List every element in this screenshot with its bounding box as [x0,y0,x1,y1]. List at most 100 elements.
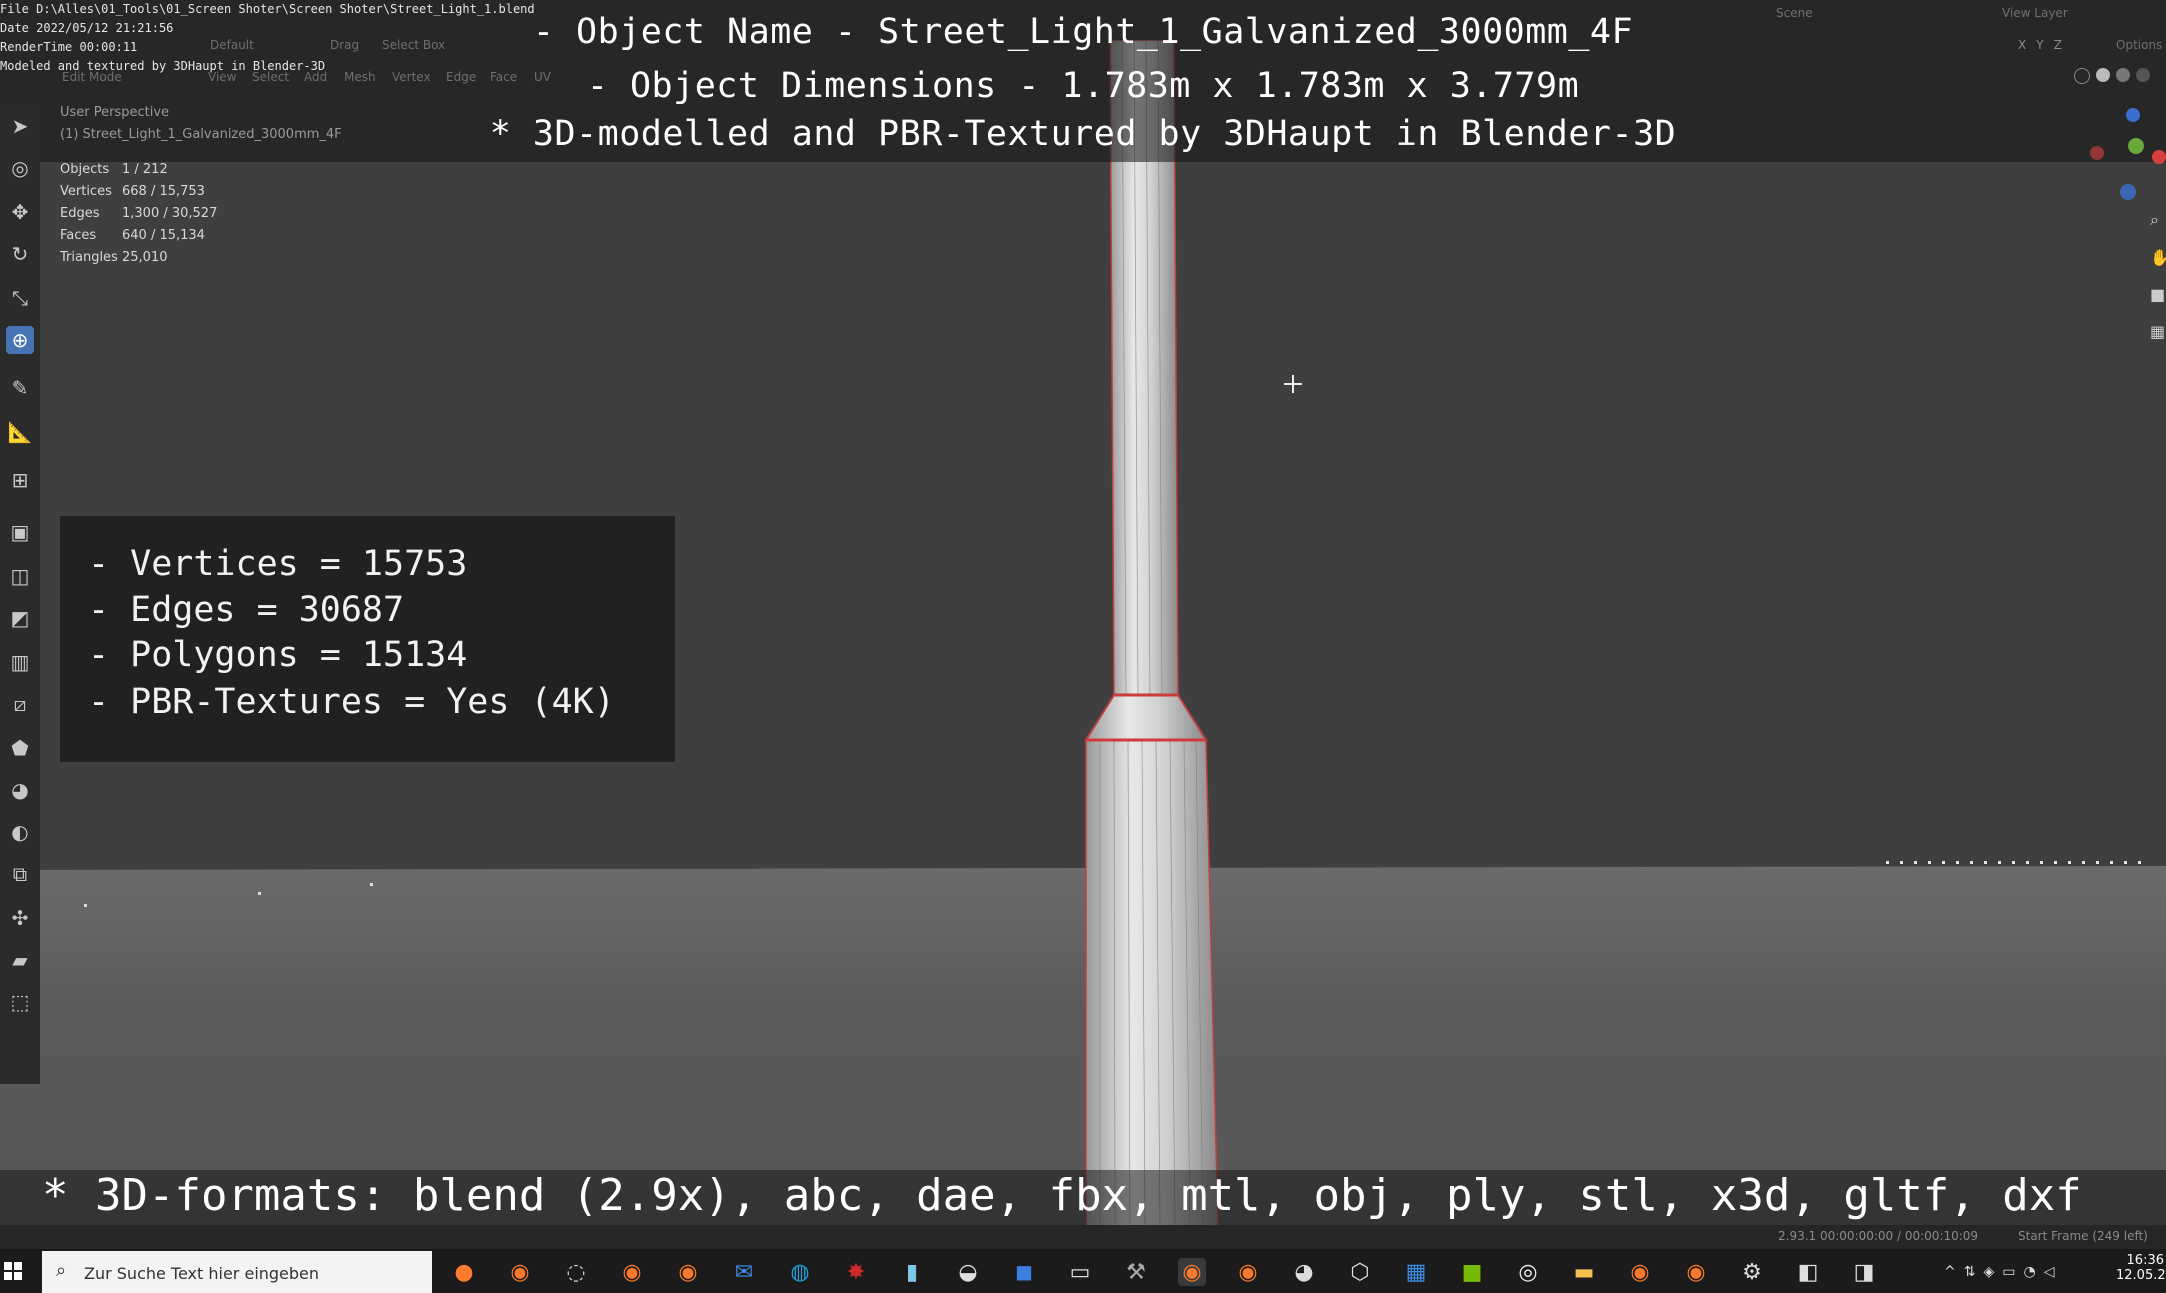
vertex-dot [84,904,87,907]
perspective-label: User Perspective [60,105,170,120]
stat-label: Objects [60,162,110,177]
object-name-title: - Object Name - Street_Light_1_Galvanize… [532,12,1634,52]
transform-tool-icon[interactable]: ⊕ [6,326,34,354]
active-object-label: (1) Street_Light_1_Galvanized_3000mm_4F [60,127,342,142]
spin-tool-icon[interactable]: ◕ [6,776,34,804]
windows-start-icon[interactable] [4,1262,22,1280]
nvidia-icon[interactable]: ■ [1458,1258,1486,1286]
blender-icon[interactable]: ◉ [1626,1258,1654,1286]
disc-icon[interactable]: ◎ [1514,1258,1542,1286]
info-polygons: - Polygons = 15134 [88,635,468,675]
edge-slide-tool-icon[interactable]: ⧉ [6,860,34,888]
rotate-tool-icon[interactable]: ↻ [6,240,34,268]
stat-value: 1 / 212 [122,162,168,177]
gizmo-x-neg-icon[interactable] [2090,146,2104,160]
gizmo-z-neg-icon[interactable] [2120,184,2136,200]
poly-build-tool-icon[interactable]: ⬟ [6,734,34,762]
battery-icon[interactable]: ▭ [2002,1264,2015,1280]
street-light-pole[interactable] [1040,40,1240,1225]
stat-value: 25,010 [122,250,168,265]
move-tool-icon[interactable]: ✥ [6,198,34,226]
3d-cursor-icon[interactable] [1284,375,1302,393]
cursor-tool-icon[interactable]: ◎ [6,154,34,182]
object-dimensions-title: - Object Dimensions - 1.783m x 1.783m x … [586,66,1580,106]
smooth-tool-icon[interactable]: ◐ [6,818,34,846]
vertex-dot [258,892,261,895]
annotate-tool-icon[interactable]: ✎ [6,374,34,402]
gizmo-y-icon[interactable] [2128,138,2144,154]
stat-row: Vertices 668 / 15,753 [60,184,217,206]
network-icon[interactable]: ⇅ [1964,1264,1976,1280]
stat-label: Triangles [60,250,118,265]
stat-label: Edges [60,206,100,221]
explorer-icon[interactable]: ◨ [1850,1258,1878,1286]
info-edges: - Edges = 30687 [88,590,405,630]
clock-date: 12.05.202 [2116,1268,2166,1283]
info-textures: - PBR-Textures = Yes (4K) [88,682,615,722]
mail-icon[interactable]: ✉ [730,1258,758,1286]
red-app-icon[interactable]: ✸ [842,1258,870,1286]
blender-icon[interactable]: ◉ [1682,1258,1710,1286]
select-tool-icon[interactable]: ➤ [6,112,34,140]
settings-gear-icon[interactable]: ⚙ [1738,1258,1766,1286]
rip-tool-icon[interactable]: ⬚ [6,988,34,1016]
stat-value: 1,300 / 30,527 [122,206,218,221]
folder-icon[interactable]: ▬ [1570,1258,1598,1286]
clock-time: 16:36 [2126,1253,2164,1268]
status-bar: 2.93.1 00:00:00:00 / 00:00:10:09 Start F… [0,1225,2166,1249]
clock[interactable]: 16:36 12.05.202 [2116,1253,2166,1283]
security-icon[interactable]: ◈ [1983,1264,1994,1280]
navigation-gizmo[interactable] [2080,104,2166,204]
knife-tool-icon[interactable]: ⧄ [6,690,34,718]
statistics-overlay: Objects 1 / 212 Vertices 668 / 15,753 Edge… [60,162,217,272]
gizmo-z-icon[interactable] [2126,108,2140,122]
grid-icon[interactable]: ▦ [2150,322,2166,341]
stat-row: Objects 1 / 212 [60,162,217,184]
blender-icon[interactable]: ◉ [674,1258,702,1286]
search-icon: ⌕ [56,1260,67,1281]
notes-icon[interactable]: ▮ [898,1258,926,1286]
blender-active-icon[interactable]: ◉ [1178,1258,1206,1286]
blender-icon[interactable]: ◉ [1234,1258,1262,1286]
volume-icon[interactable]: ◁ [2044,1264,2055,1280]
formats-text: * 3D-formats: blend (2.9x), abc, dae, fb… [42,1170,2082,1221]
measure-tool-icon[interactable]: 📐 [6,418,34,446]
zoom-icon[interactable]: ⌕ [2150,210,2166,230]
shear-tool-icon[interactable]: ▰ [6,946,34,974]
chevron-up-icon[interactable]: ^ [1944,1264,1956,1280]
firefox-icon[interactable]: ● [450,1258,478,1286]
stat-row: Edges 1,300 / 30,527 [60,206,217,228]
window-icon[interactable]: ◧ [1794,1258,1822,1286]
camera-icon[interactable]: ■ [2150,285,2166,304]
blender-icon[interactable]: ◉ [506,1258,534,1286]
start-frame-label: Start Frame (249 left) [2018,1229,2148,1243]
edge-browser-icon[interactable]: ◍ [786,1258,814,1286]
add-cube-tool-icon[interactable]: ⊞ [6,466,34,494]
view-controls: ⌕ ✋ ■ ▦ [2150,210,2166,341]
inset-tool-icon[interactable]: ◫ [6,562,34,590]
pan-hand-icon[interactable]: ✋ [2150,248,2166,267]
bevel-tool-icon[interactable]: ◩ [6,604,34,632]
cube-icon[interactable]: ⬡ [1346,1258,1374,1286]
tool-icon[interactable]: ⚒ [1122,1258,1150,1286]
terminal-icon[interactable]: ▭ [1066,1258,1094,1286]
paint-icon[interactable]: ◒ [954,1258,982,1286]
scale-tool-icon[interactable]: ⤡ [6,284,34,312]
panda-icon[interactable]: ◕ [1290,1258,1318,1286]
wifi-icon[interactable]: ◔ [2023,1264,2035,1280]
loop-cut-tool-icon[interactable]: ▥ [6,648,34,676]
obs-icon[interactable]: ◌ [562,1258,590,1286]
version-label: 2.93.1 00:00:00:00 / 00:00:10:09 [1778,1229,1979,1243]
gizmo-x-icon[interactable] [2152,150,2166,164]
chat-icon[interactable]: ◼ [1010,1258,1038,1286]
info-vertices: - Vertices = 15753 [88,544,468,584]
blender-icon[interactable]: ◉ [618,1258,646,1286]
stat-label: Faces [60,228,97,243]
mesh-info-box: - Vertices = 15753 - Edges = 30687 - Pol… [60,516,675,762]
stat-row: Faces 640 / 15,134 [60,228,217,250]
extrude-tool-icon[interactable]: ▣ [6,518,34,546]
vertex-dot [370,883,373,886]
shrink-tool-icon[interactable]: ✣ [6,904,34,932]
calculator-icon[interactable]: ▦ [1402,1258,1430,1286]
search-placeholder: Zur Suche Text hier eingeben [84,1264,320,1283]
